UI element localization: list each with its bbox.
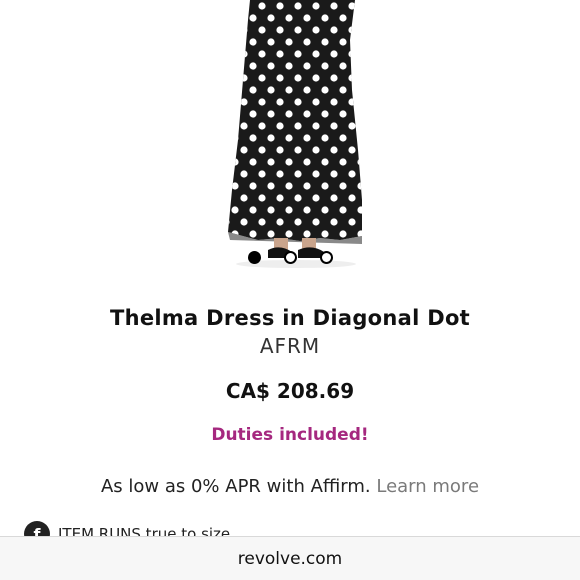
product-title: Thelma Dress in Diagonal Dot bbox=[109, 306, 471, 330]
carousel-pagination bbox=[0, 251, 580, 265]
duties-notice: Duties included! bbox=[211, 425, 369, 445]
dress-photo bbox=[228, 0, 362, 268]
product-image[interactable] bbox=[0, 0, 580, 272]
learn-more-link[interactable]: Learn more bbox=[376, 476, 479, 497]
product-brand[interactable]: AFRM bbox=[0, 334, 580, 358]
product-price: CA$ 208.69 bbox=[225, 379, 355, 403]
carousel-dot-3[interactable] bbox=[320, 251, 333, 264]
url-text: revolve.com bbox=[237, 548, 343, 569]
carousel-dot-1[interactable] bbox=[248, 251, 261, 264]
affirm-text: As low as 0% APR with Affirm. bbox=[100, 476, 371, 497]
affirm-financing: As low as 0% APR with Affirm. Learn more bbox=[0, 476, 580, 497]
browser-url-bar[interactable]: revolve.com bbox=[0, 536, 580, 580]
carousel-dot-2[interactable] bbox=[284, 251, 297, 264]
